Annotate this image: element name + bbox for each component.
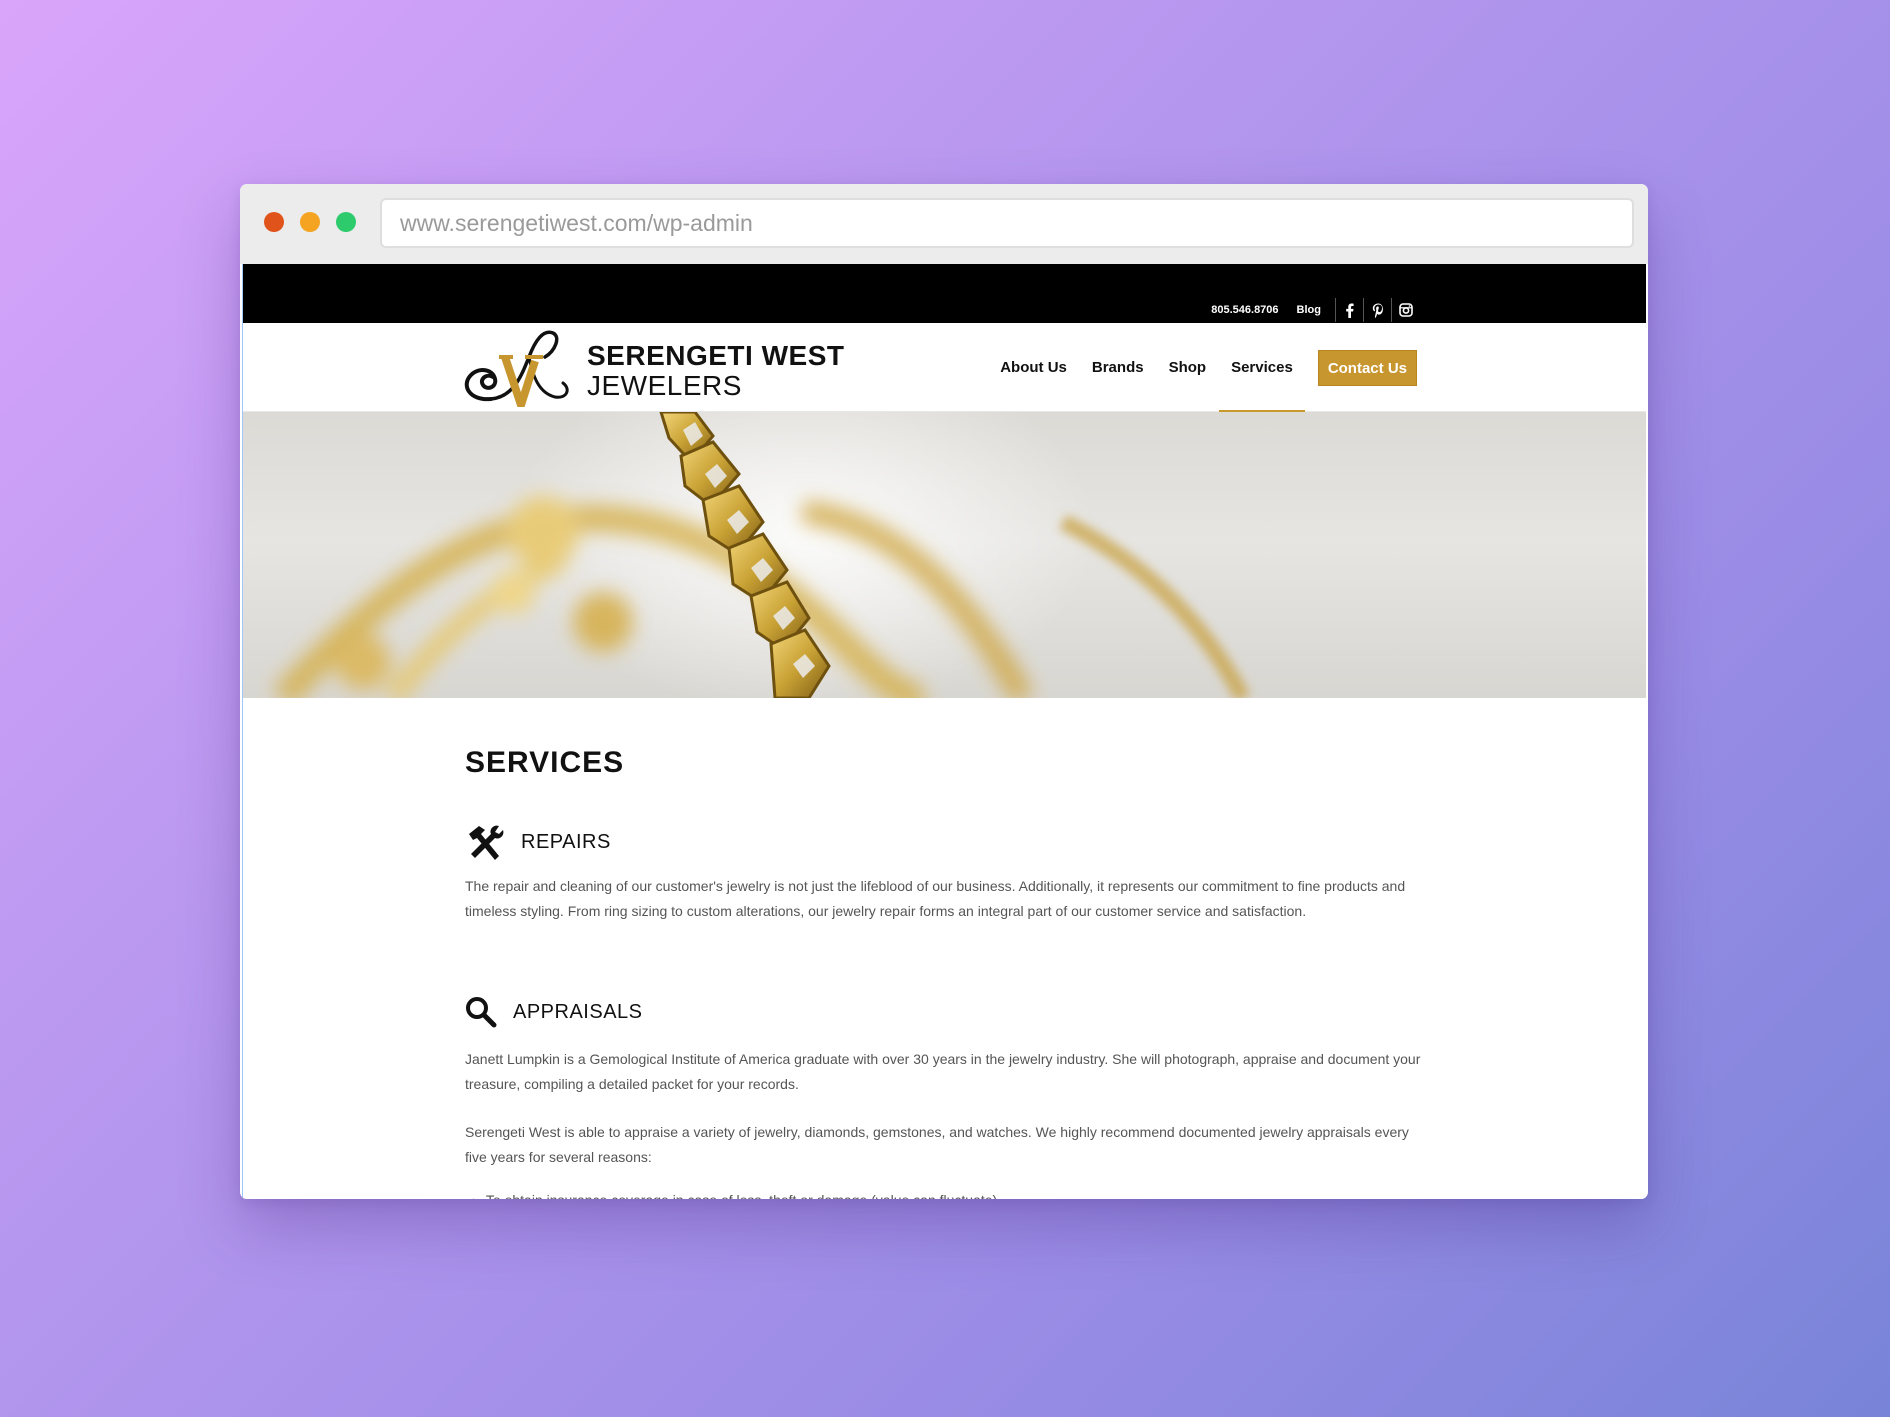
logo-icon[interactable]: [463, 327, 575, 407]
brand-line-2: JEWELERS: [587, 370, 742, 401]
appraisals-title: APPRAISALS: [513, 1000, 643, 1023]
hero-image: [243, 412, 1646, 698]
repairs-text: The repair and cleaning of our customer'…: [465, 878, 1406, 919]
nav-about-us[interactable]: About Us: [1000, 323, 1067, 412]
minimize-window-button[interactable]: [300, 212, 320, 232]
repairs-title: REPAIRS: [521, 830, 611, 853]
address-bar[interactable]: www.serengetiwest.com/wp-admin: [380, 198, 1634, 248]
brand-name[interactable]: SERENGETI WEST JEWELERS: [587, 341, 844, 401]
maximize-window-button[interactable]: [336, 212, 356, 232]
pinterest-icon[interactable]: [1363, 298, 1391, 322]
appraisals-text-2: Serengeti West is able to appraise a var…: [465, 1124, 1409, 1165]
web-page: 805.546.8706 Blog SERENGETI WEST JEWELER…: [242, 264, 1646, 1199]
browser-toolbar: www.serengetiwest.com/wp-admin: [240, 184, 1648, 264]
hammer-wrench-icon: [469, 825, 504, 860]
appraisals-text-1: Janett Lumpkin is a Gemological Institut…: [465, 1051, 1421, 1092]
instagram-icon[interactable]: [1391, 298, 1419, 322]
phone-number[interactable]: 805.546.8706: [1211, 304, 1278, 316]
brand-line-1: SERENGETI WEST: [587, 340, 845, 371]
top-bar: 805.546.8706 Blog: [243, 264, 1646, 323]
appraisals-heading: APPRAISALS: [465, 996, 643, 1028]
nav-shop[interactable]: Shop: [1169, 323, 1207, 412]
nav-services[interactable]: Services: [1219, 323, 1305, 412]
page-title: SERVICES: [465, 746, 625, 779]
main-nav: About Us Brands Shop Services Contact Us: [975, 323, 1417, 412]
gold-chain-image: [273, 412, 1251, 698]
contact-us-button[interactable]: Contact Us: [1317, 349, 1417, 386]
close-window-button[interactable]: [264, 212, 284, 232]
repairs-heading: REPAIRS: [465, 822, 611, 862]
blog-link[interactable]: Blog: [1297, 304, 1321, 316]
magnifier-icon: [466, 997, 497, 1028]
nav-brands[interactable]: Brands: [1092, 323, 1144, 412]
site-header: SERENGETI WEST JEWELERS About Us Brands …: [243, 323, 1646, 412]
browser-window: www.serengetiwest.com/wp-admin 805.546.8…: [240, 184, 1648, 1199]
facebook-icon[interactable]: [1335, 298, 1363, 322]
top-bar-links: 805.546.8706 Blog: [1211, 298, 1419, 322]
appraisal-reason-item: To obtain insurance coverage in case of …: [471, 1188, 997, 1199]
